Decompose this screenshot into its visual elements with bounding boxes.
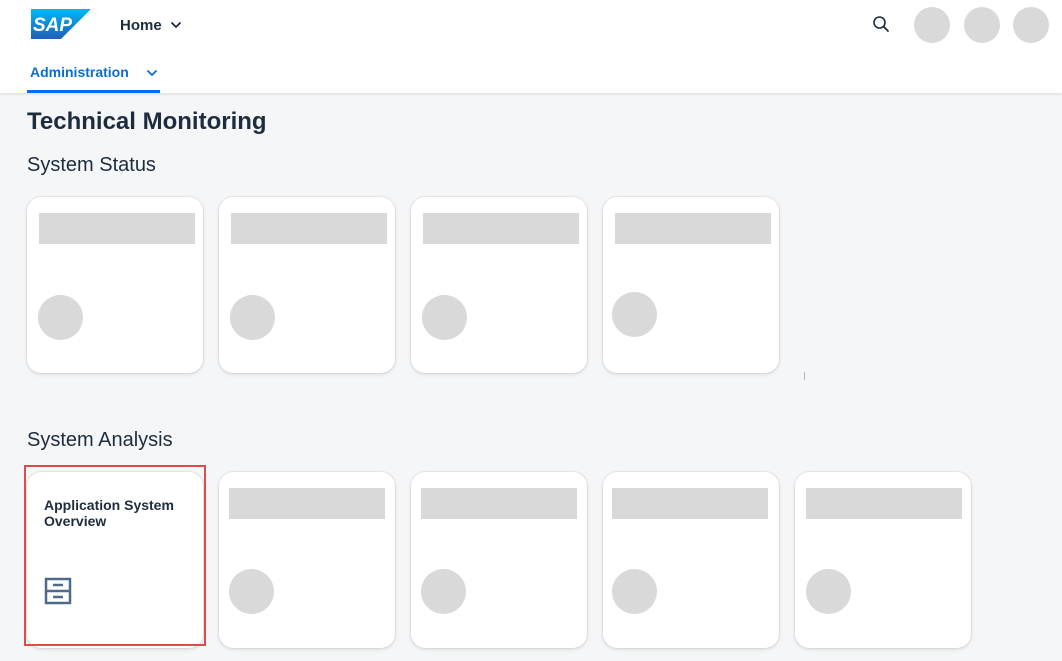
- tile-system-status-1[interactable]: [27, 197, 203, 373]
- shell-bar: SAP Home Administration: [0, 0, 1062, 93]
- sap-logo[interactable]: SAP: [31, 9, 91, 39]
- tile-title-placeholder: [615, 213, 771, 244]
- tile-system-analysis-5[interactable]: [795, 472, 971, 648]
- tile-system-analysis-2[interactable]: [219, 472, 395, 648]
- chevron-down-icon: [170, 22, 181, 28]
- tile-title-placeholder: [806, 488, 962, 519]
- tile-system-status-2[interactable]: [219, 197, 395, 373]
- home-menu[interactable]: Home: [120, 14, 182, 36]
- tile-system-analysis-3[interactable]: [411, 472, 587, 648]
- avatar-placeholder-2[interactable]: [964, 7, 1000, 43]
- tab-administration-label: Administration: [30, 64, 129, 80]
- tab-administration[interactable]: Administration: [27, 56, 160, 93]
- avatar-placeholder-1[interactable]: [914, 7, 950, 43]
- tile-title: Application System Overview: [44, 497, 174, 529]
- tile-system-status-3[interactable]: [411, 197, 587, 373]
- tile-title-placeholder: [39, 213, 195, 244]
- chevron-down-icon: [147, 70, 157, 76]
- tile-icon-placeholder: [422, 295, 467, 340]
- tile-icon-placeholder: [229, 569, 274, 614]
- page-title: Technical Monitoring: [27, 108, 267, 135]
- tile-icon-placeholder: [421, 569, 466, 614]
- avatar-placeholder-3[interactable]: [1013, 7, 1049, 43]
- tile-title-placeholder: [229, 488, 385, 519]
- search-icon[interactable]: [869, 12, 893, 36]
- tile-title-placeholder: [421, 488, 577, 519]
- sap-logo-text: SAP: [33, 15, 72, 36]
- tile-title-placeholder: [231, 213, 387, 244]
- home-label: Home: [120, 16, 162, 34]
- tile-icon-placeholder: [612, 292, 657, 337]
- tile-icon-placeholder: [230, 295, 275, 340]
- tile-application-system-overview[interactable]: Application System Overview: [27, 472, 203, 648]
- divider-tick: [804, 372, 805, 380]
- tile-system-analysis-4[interactable]: [603, 472, 779, 648]
- server-icon: [44, 577, 72, 605]
- tile-icon-placeholder: [38, 295, 83, 340]
- section-title-system-analysis: System Analysis: [27, 429, 173, 451]
- tile-title-placeholder: [423, 213, 579, 244]
- tile-icon-placeholder: [612, 569, 657, 614]
- tile-system-status-4[interactable]: [603, 197, 779, 373]
- tile-title-placeholder: [612, 488, 768, 519]
- tile-icon-placeholder: [806, 569, 851, 614]
- section-title-system-status: System Status: [27, 154, 156, 176]
